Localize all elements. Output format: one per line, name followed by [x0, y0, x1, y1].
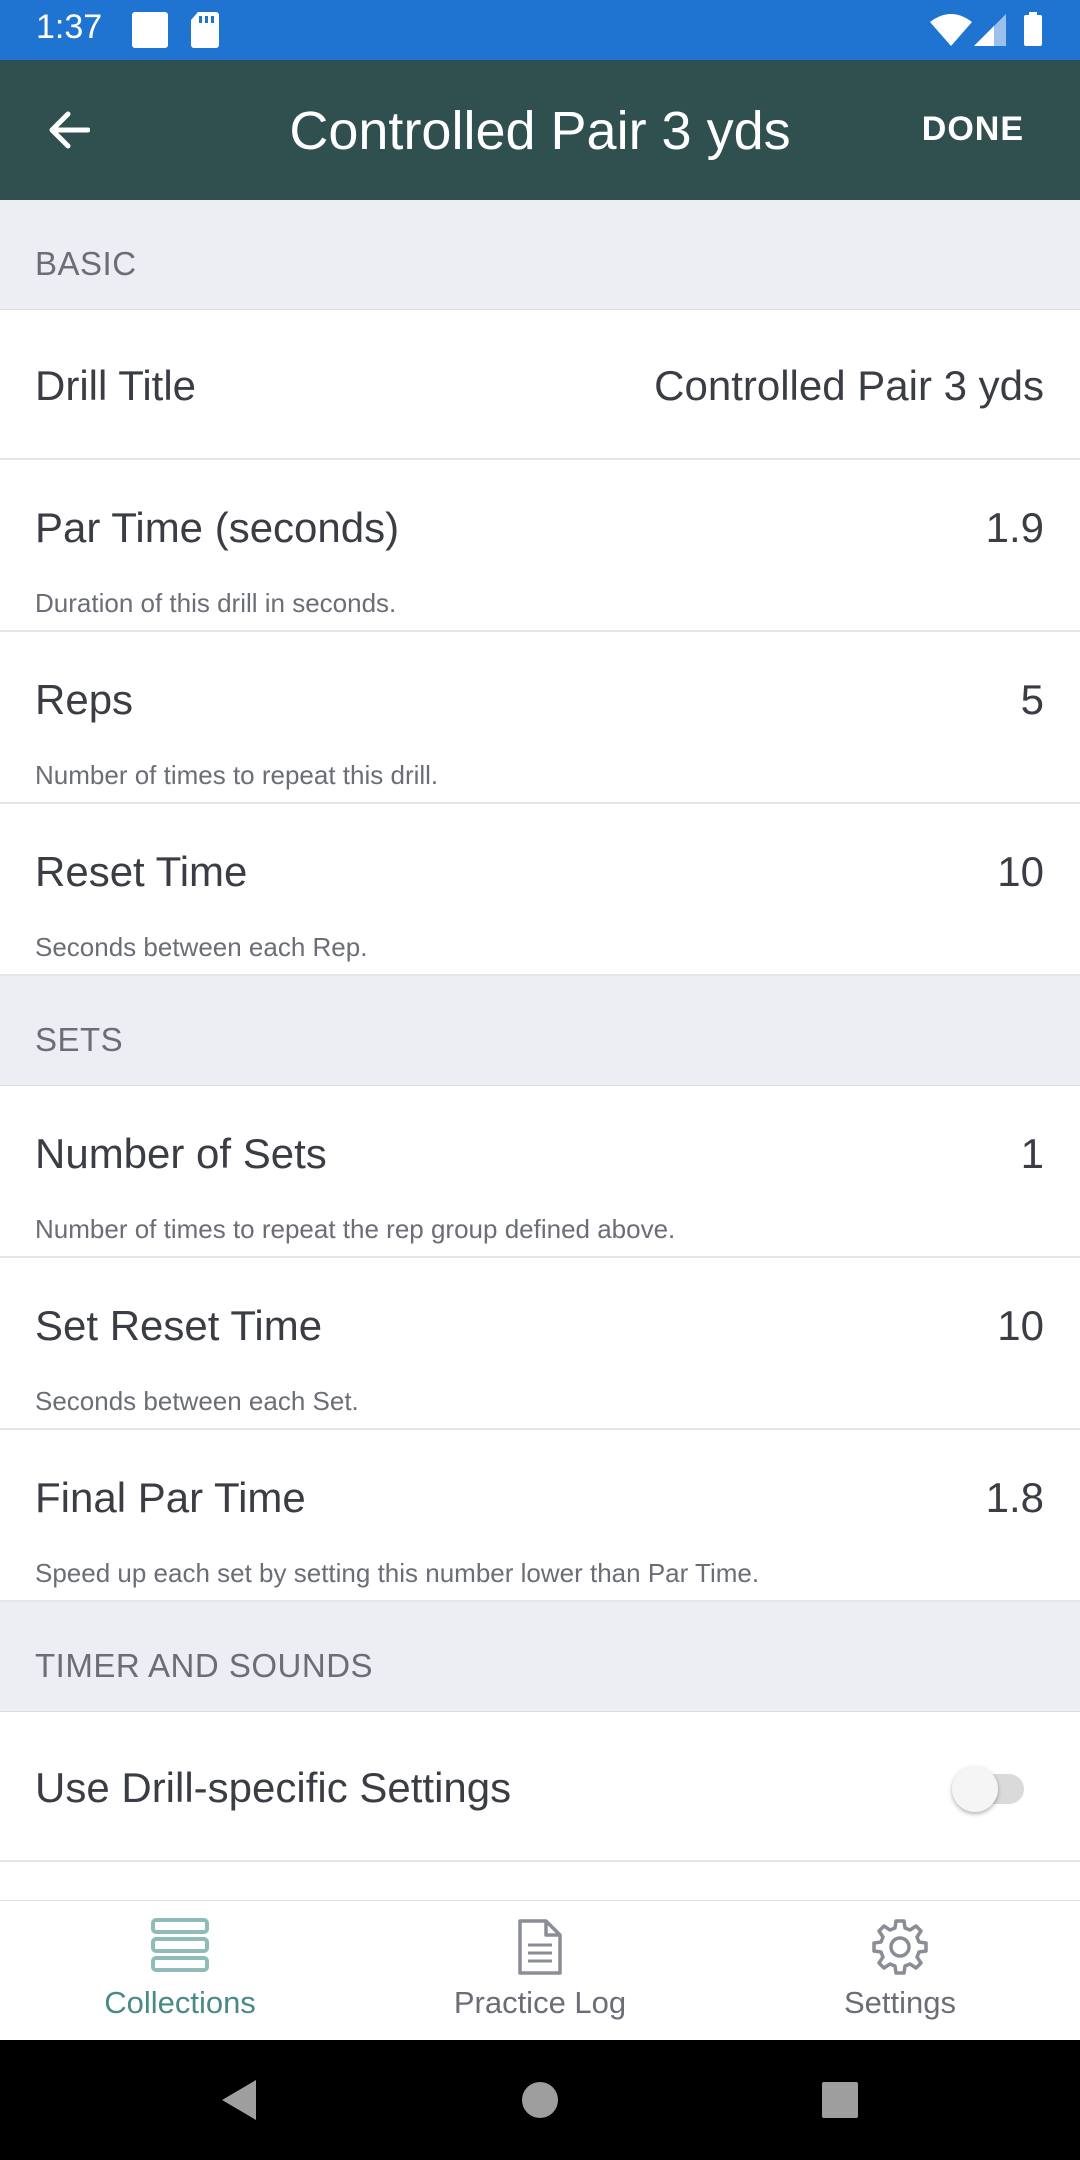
nav-label: Collections — [104, 1985, 256, 2020]
set-reset-time-row[interactable]: Set Reset Time 10 Seconds between each S… — [0, 1258, 1080, 1430]
reps-row[interactable]: Reps 5 Number of times to repeat this dr… — [0, 632, 1080, 804]
reset-time-row[interactable]: Reset Time 10 Seconds between each Rep. — [0, 804, 1080, 976]
wifi-icon — [930, 14, 972, 51]
section-title: BASIC — [35, 245, 137, 282]
row-label: Set Reset Time — [35, 1302, 323, 1349]
row-description: Number of times to repeat the rep group … — [35, 1214, 676, 1244]
app-bar: Controlled Pair 3 yds DONE — [0, 60, 1080, 200]
system-recents-button[interactable] — [812, 2072, 868, 2128]
drill-specific-settings-toggle[interactable] — [952, 1766, 1028, 1812]
par-time-row[interactable]: Par Time (seconds) 1.9 Duration of this … — [0, 460, 1080, 632]
par-time-value: 1.9 — [985, 504, 1044, 551]
gear-icon — [720, 1917, 1080, 1977]
nav-collections[interactable]: Collections — [0, 1901, 360, 2041]
bottom-navigation: Collections Practice Log Settings — [0, 1900, 1080, 2040]
toggle-thumb — [952, 1766, 998, 1812]
drill-title-value: Controlled Pair 3 yds — [654, 362, 1044, 409]
notification-icon — [130, 12, 170, 53]
row-label: Drill Title — [35, 362, 197, 409]
settings-list[interactable]: BASIC Drill Title Controlled Pair 3 yds … — [0, 200, 1080, 1900]
triangle-back-icon — [222, 2080, 256, 2120]
system-home-button[interactable] — [512, 2072, 568, 2128]
row-label: Final Par Time — [35, 1474, 306, 1521]
section-header-sets: SETS — [0, 976, 1080, 1086]
reset-time-value: 10 — [997, 848, 1044, 895]
row-label: Reps — [35, 676, 134, 723]
signal-icon — [974, 14, 1006, 51]
drill-specific-settings-row[interactable]: Use Drill-specific Settings — [0, 1712, 1080, 1862]
status-time: 1:37 — [36, 8, 103, 46]
row-label: Use Drill-specific Settings — [35, 1764, 512, 1811]
system-back-button[interactable] — [210, 2072, 266, 2128]
section-header-timer-and-sounds: TIMER AND SOUNDS — [0, 1602, 1080, 1712]
system-navigation-bar — [0, 2040, 1080, 2160]
square-recents-icon — [822, 2082, 858, 2118]
sd-card-icon — [190, 12, 220, 53]
nav-label: Settings — [843, 1985, 956, 2020]
collections-icon — [0, 1917, 360, 1973]
section-title: TIMER AND SOUNDS — [35, 1647, 374, 1684]
number-of-sets-row[interactable]: Number of Sets 1 Number of times to repe… — [0, 1086, 1080, 1258]
number-of-sets-value: 1 — [1020, 1130, 1044, 1177]
row-description: Duration of this drill in seconds. — [35, 588, 397, 618]
nav-settings[interactable]: Settings — [720, 1901, 1080, 2041]
row-label: Reset Time — [35, 848, 248, 895]
row-description: Seconds between each Rep. — [35, 932, 368, 962]
row-description: Number of times to repeat this drill. — [35, 760, 439, 790]
status-bar: 1:37 — [0, 0, 1080, 60]
reps-value: 5 — [1020, 676, 1044, 723]
nav-label: Practice Log — [453, 1985, 627, 2020]
row-label: Par Time (seconds) — [35, 504, 400, 551]
drill-title-row[interactable]: Drill Title Controlled Pair 3 yds — [0, 310, 1080, 460]
final-par-time-value: 1.8 — [985, 1474, 1044, 1521]
row-description: Seconds between each Set. — [35, 1386, 359, 1416]
battery-icon — [1024, 12, 1042, 51]
section-title: SETS — [35, 1021, 124, 1058]
section-header-basic: BASIC — [0, 200, 1080, 310]
final-par-time-row[interactable]: Final Par Time 1.8 Speed up each set by … — [0, 1430, 1080, 1602]
row-label: Number of Sets — [35, 1130, 327, 1177]
page-title: Controlled Pair 3 yds — [289, 101, 791, 161]
done-button[interactable]: DONE — [922, 110, 1024, 149]
document-icon — [360, 1917, 720, 1977]
row-description: Speed up each set by setting this number… — [35, 1558, 760, 1588]
nav-practice-log[interactable]: Practice Log — [360, 1901, 720, 2041]
circle-home-icon — [522, 2082, 558, 2118]
set-reset-time-value: 10 — [997, 1302, 1044, 1349]
